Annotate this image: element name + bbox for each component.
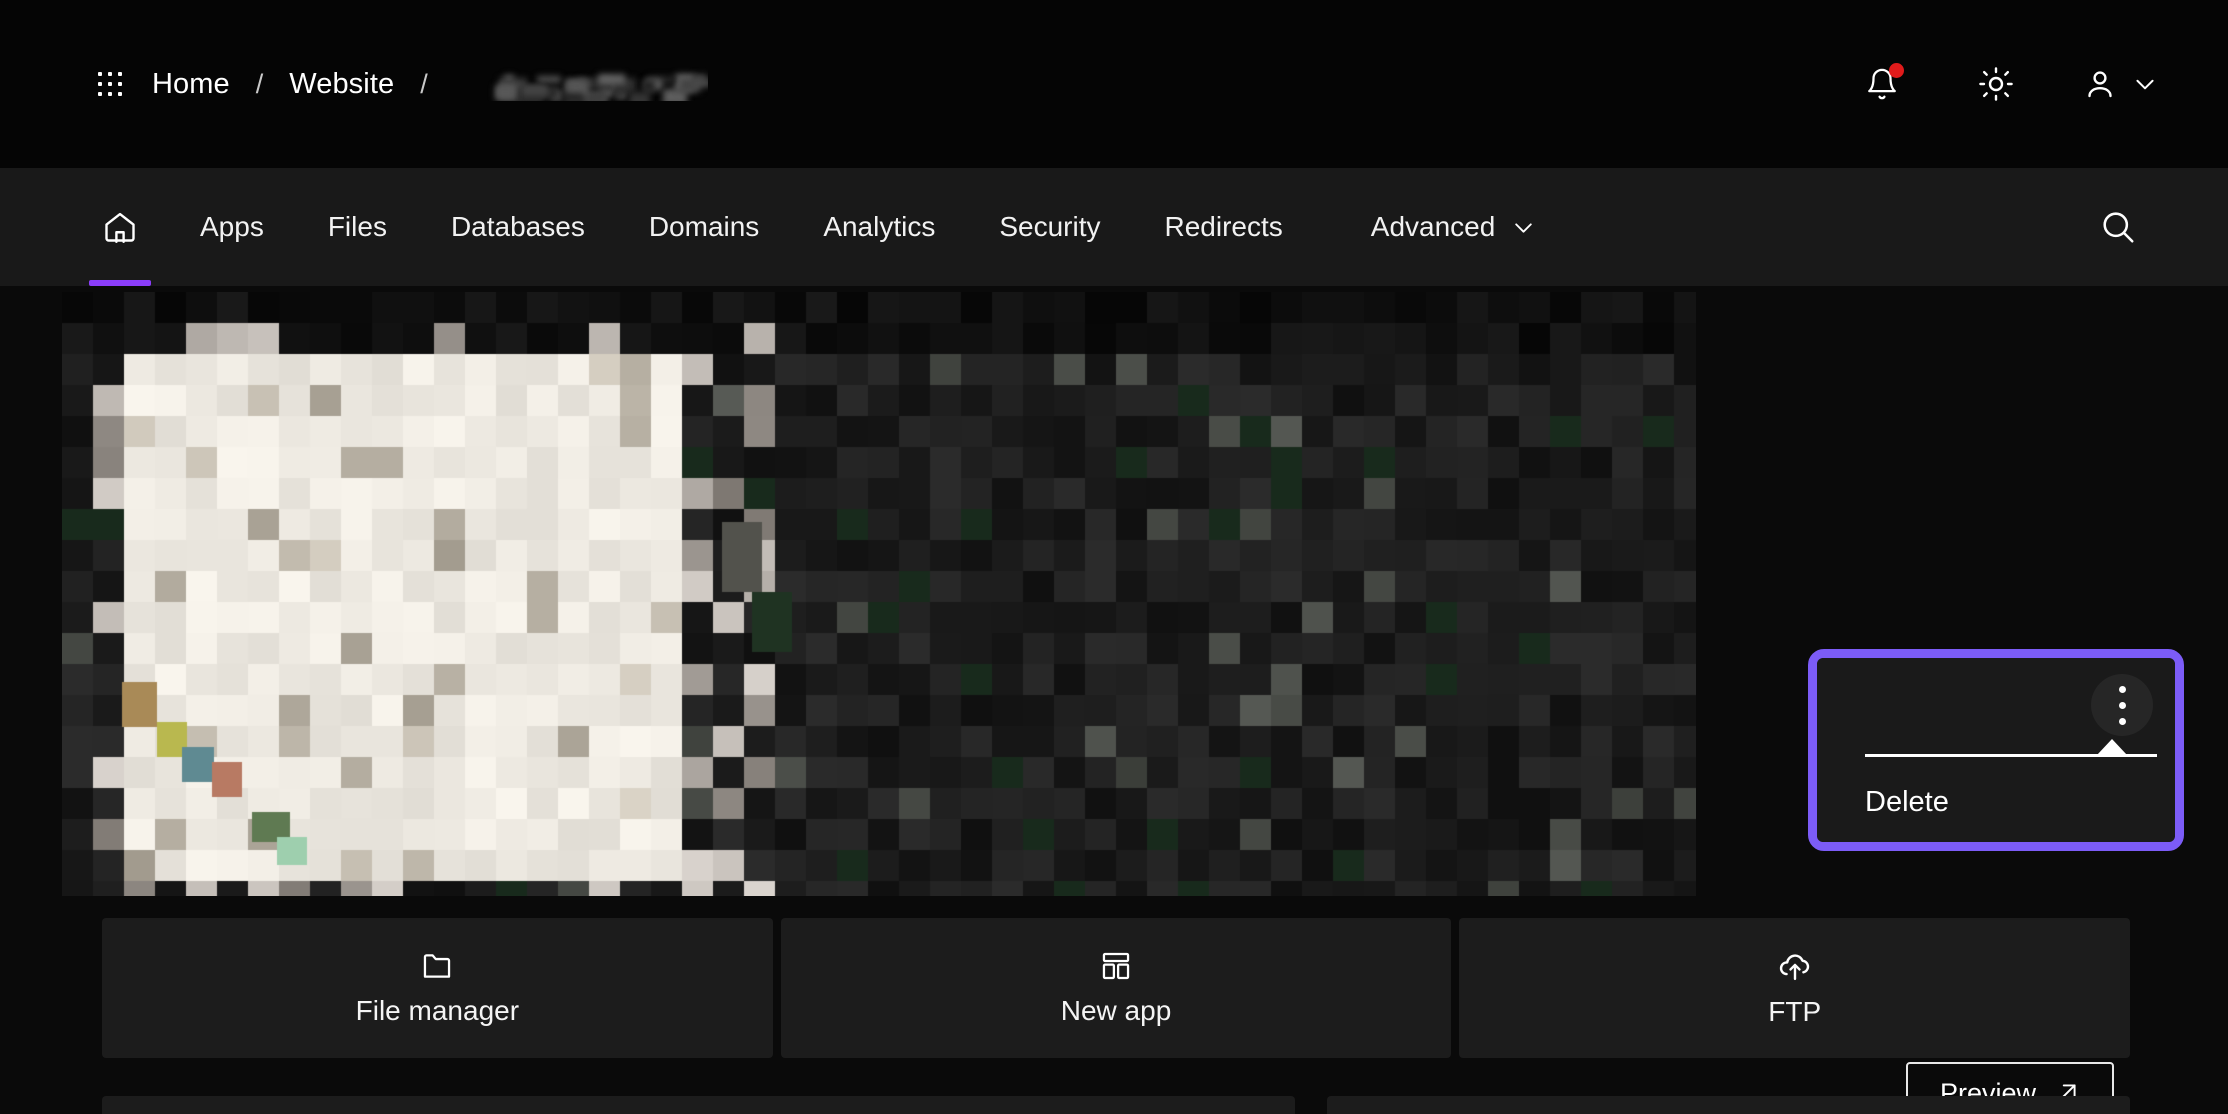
breadcrumb: Home / Website / [98, 0, 708, 168]
quick-action-label: File manager [355, 995, 520, 1026]
breadcrumb-item-redacted[interactable] [456, 67, 708, 101]
action-menu-highlight: Delete [1808, 649, 2184, 851]
menu-caret-icon [2097, 739, 2127, 755]
breadcrumb-separator: / [255, 68, 264, 99]
breadcrumb-item-home[interactable]: Home [152, 68, 230, 101]
nav-items: Apps Files Databases Domains Analytics S… [72, 168, 1568, 286]
lower-cards-row-partial [102, 1096, 2130, 1114]
quick-action-new-app[interactable]: New app [780, 918, 1452, 1058]
user-icon [2082, 66, 2118, 102]
breadcrumb-item-website[interactable]: Website [289, 68, 394, 101]
kebab-menu-icon[interactable] [2091, 674, 2153, 736]
nav-item-security[interactable]: Security [967, 168, 1132, 286]
quick-action-label: New app [1060, 995, 1172, 1026]
theme-toggle-button[interactable] [1958, 46, 2034, 122]
grid-apps-icon[interactable] [98, 72, 124, 98]
nav-search-button[interactable] [2092, 201, 2144, 253]
nav-item-databases[interactable]: Databases [419, 168, 617, 286]
breadcrumb-separator: / [420, 68, 428, 99]
nav-item-files[interactable]: Files [296, 168, 419, 286]
site-preview-section: Delete Preview [0, 286, 2228, 1114]
nav-item-apps[interactable]: Apps [168, 168, 296, 286]
nav-item-advanced-label: Advanced [1370, 211, 1496, 242]
chevron-down-icon [1511, 215, 1536, 240]
cloud-upload-icon [1777, 948, 1813, 984]
notifications-button[interactable] [1844, 46, 1920, 122]
quick-action-ftp[interactable]: FTP [1459, 918, 2131, 1058]
nav-item-home[interactable] [72, 168, 168, 286]
website-preview-thumbnail[interactable] [62, 292, 1696, 896]
nav-item-domains[interactable]: Domains [617, 168, 791, 286]
quick-actions-row: File manager New app FTP [102, 918, 2131, 1058]
menu-item-delete[interactable]: Delete [1865, 766, 2157, 838]
search-icon [2099, 208, 2137, 246]
lower-card-right[interactable] [1327, 1096, 2130, 1114]
lower-card-left[interactable] [102, 1096, 1295, 1114]
nav-item-redirects[interactable]: Redirects [1133, 168, 1315, 286]
action-menu-panel: Delete [1817, 658, 2175, 842]
home-icon [102, 209, 138, 245]
top-header: Home / Website / [0, 0, 2228, 168]
main-nav: Apps Files Databases Domains Analytics S… [0, 168, 2228, 286]
layout-dashboard-icon [1099, 949, 1133, 983]
folder-icon [420, 949, 454, 983]
page-root: Home / Website / Apps Files Databases Do… [0, 0, 2228, 1114]
quick-action-file-manager[interactable]: File manager [102, 918, 773, 1058]
quick-action-label: FTP [1768, 996, 1822, 1027]
notification-badge-dot [1889, 63, 1904, 78]
nav-item-advanced[interactable]: Advanced [1315, 168, 1569, 286]
nav-item-analytics[interactable]: Analytics [791, 168, 967, 286]
chevron-down-icon [2132, 71, 2158, 97]
account-menu-button[interactable] [2082, 66, 2158, 102]
header-actions [1844, 0, 2158, 168]
